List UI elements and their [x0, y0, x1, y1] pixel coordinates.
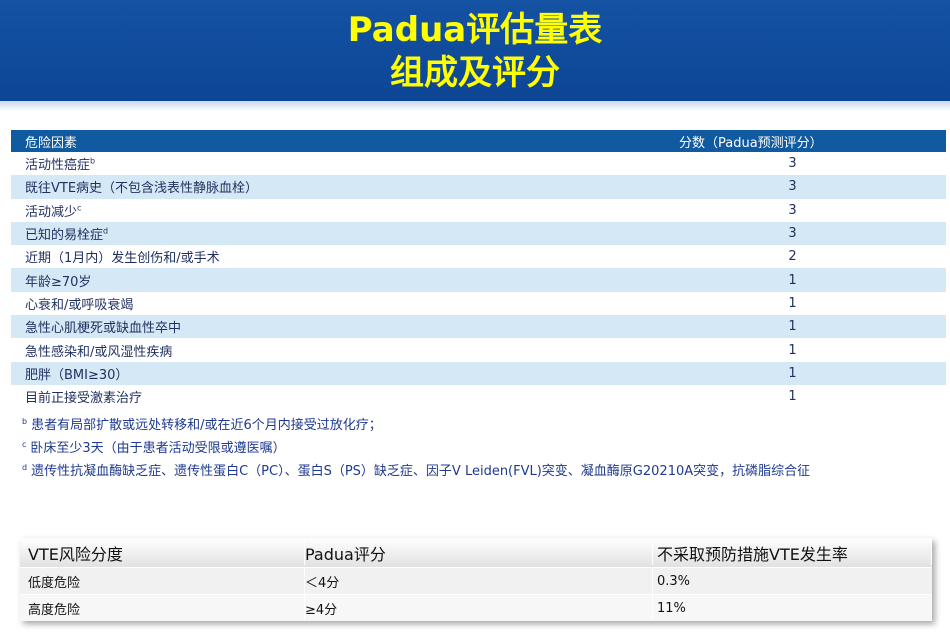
footnote-mark: d [22, 462, 28, 472]
header-padua-score: Padua评分 [305, 540, 653, 565]
footnote-mark: c [77, 203, 82, 213]
vte-header-row: VTE风险分度 Padua评分 不采取预防措施VTE发生率 [20, 538, 932, 567]
risk-factor-text: 肥胖（BMI≥30） [25, 367, 129, 383]
footnote: b 患者有局部扩散或远处转移和/或在近6个月内接受过放化疗； [22, 414, 810, 437]
risk-score: 2 [788, 249, 797, 265]
footnote-mark: d [103, 226, 109, 236]
risk-factor: 近期（1月内）发生创伤和/或手术 [11, 247, 561, 266]
risk-score: 3 [788, 226, 797, 242]
table-row: 活动减少c 3 [11, 199, 946, 222]
risk-factor-text: 目前正接受激素治疗 [25, 391, 143, 407]
vte-risk-table: VTE风险分度 Padua评分 不采取预防措施VTE发生率 低度危险 ＜4分 0.3… [20, 538, 932, 621]
risk-factor-text: 急性心肌梗死或缺血性卒中 [25, 321, 182, 337]
table-header-row: 危险因素 分数（Padua预测评分） [11, 130, 946, 152]
risk-score: 1 [788, 389, 797, 405]
footnote: d 遗传性抗凝血酶缺乏症、遗传性蛋白C（PC）、蛋白S（PS）缺乏症、因子V Le… [22, 460, 810, 483]
risk-factor: 年龄≥70岁 [11, 271, 561, 290]
header-score: 分数（Padua预测评分） [679, 135, 823, 151]
risk-score: 1 [788, 319, 797, 335]
risk-factor: 急性感染和/或风湿性疾病 [11, 341, 561, 360]
table-row: 目前正接受激素治疗 1 [11, 385, 946, 408]
risk-factor-text: 既往VTE病史（不包含浅表性静脉血栓） [25, 181, 259, 197]
header-incidence: 不采取预防措施VTE发生率 [653, 540, 932, 565]
table-row: 急性感染和/或风湿性疾病 1 [11, 338, 946, 361]
risk-factor: 活动减少c [11, 201, 561, 220]
table-row: 心衰和/或呼吸衰竭 1 [11, 292, 946, 315]
risk-factor-text: 急性感染和/或风湿性疾病 [25, 344, 173, 360]
footnote: c 卧床至少3天（由于患者活动受限或遵医嘱） [22, 437, 810, 460]
risk-factor: 急性心肌梗死或缺血性卒中 [11, 317, 561, 336]
page-subtitle: 组成及评分 [390, 53, 560, 93]
risk-score: 3 [788, 156, 797, 172]
risk-factor: 既往VTE病史（不包含浅表性静脉血栓） [11, 177, 561, 196]
footnote-mark: c [22, 439, 27, 449]
table-row: 年龄≥70岁 1 [11, 268, 946, 292]
risk-factor-text: 活动减少 [25, 204, 78, 220]
vte-incidence: 11% [657, 600, 686, 616]
risk-score: 1 [788, 272, 797, 288]
padua-score: ＜4分 [305, 568, 653, 594]
padua-score: ≥4分 [305, 595, 653, 621]
risk-factor-text: 近期（1月内）发生创伤和/或手术 [25, 251, 220, 267]
risk-factor-text: 活动性癌症 [25, 158, 91, 174]
risk-score: 3 [788, 179, 797, 195]
footnote-text: 卧床至少3天（由于患者活动受限或遵医嘱） [30, 441, 286, 456]
footnote-mark: b [22, 416, 28, 426]
banner-shadow [0, 101, 950, 111]
table-row: 近期（1月内）发生创伤和/或手术 2 [11, 245, 946, 268]
risk-factor-text: 心衰和/或呼吸衰竭 [25, 297, 134, 313]
risk-level: 低度危险 [20, 568, 305, 594]
table-row: 高度危险 ≥4分 11% [20, 594, 932, 621]
risk-factor: 心衰和/或呼吸衰竭 [11, 294, 561, 313]
padua-risk-table: 危险因素 分数（Padua预测评分） 活动性癌症b 3 既往VTE病史（不包含浅表性… [11, 130, 946, 408]
table-row: 活动性癌症b 3 [11, 152, 946, 175]
risk-factor-text: 年龄≥70岁 [25, 274, 92, 290]
table-row: 急性心肌梗死或缺血性卒中 1 [11, 315, 946, 339]
footnote-mark: b [90, 156, 96, 166]
header-factor: 危险因素 [25, 135, 78, 151]
risk-factor-text: 已知的易栓症 [25, 228, 104, 244]
footnote-text: 遗传性抗凝血酶缺乏症、遗传性蛋白C（PC）、蛋白S（PS）缺乏症、因子V Lei… [31, 464, 811, 479]
table-row: 肥胖（BMI≥30） 1 [11, 361, 946, 385]
page-title: Padua评估量表 [347, 10, 603, 50]
table-row: 既往VTE病史（不包含浅表性静脉血栓） 3 [11, 175, 946, 199]
footnotes: b 患者有局部扩散或远处转移和/或在近6个月内接受过放化疗； c 卧床至少3天（由于患… [22, 414, 810, 483]
vte-incidence: 0.3% [657, 573, 691, 589]
table-row: 低度危险 ＜4分 0.3% [20, 567, 932, 594]
risk-score: 1 [788, 365, 797, 381]
risk-level: 高度危险 [20, 595, 305, 621]
header-level: VTE风险分度 [20, 540, 305, 565]
risk-factor: 目前正接受激素治疗 [11, 387, 561, 406]
risk-factor: 肥胖（BMI≥30） [11, 364, 561, 383]
table-row: 已知的易栓症d 3 [11, 221, 946, 246]
risk-score: 3 [788, 202, 797, 218]
risk-factor: 已知的易栓症d [11, 224, 561, 243]
risk-score: 1 [788, 342, 797, 358]
risk-factor: 活动性癌症b [11, 154, 561, 173]
footnote-text: 患者有局部扩散或远处转移和/或在近6个月内接受过放化疗； [31, 418, 382, 433]
risk-score: 1 [788, 295, 797, 311]
